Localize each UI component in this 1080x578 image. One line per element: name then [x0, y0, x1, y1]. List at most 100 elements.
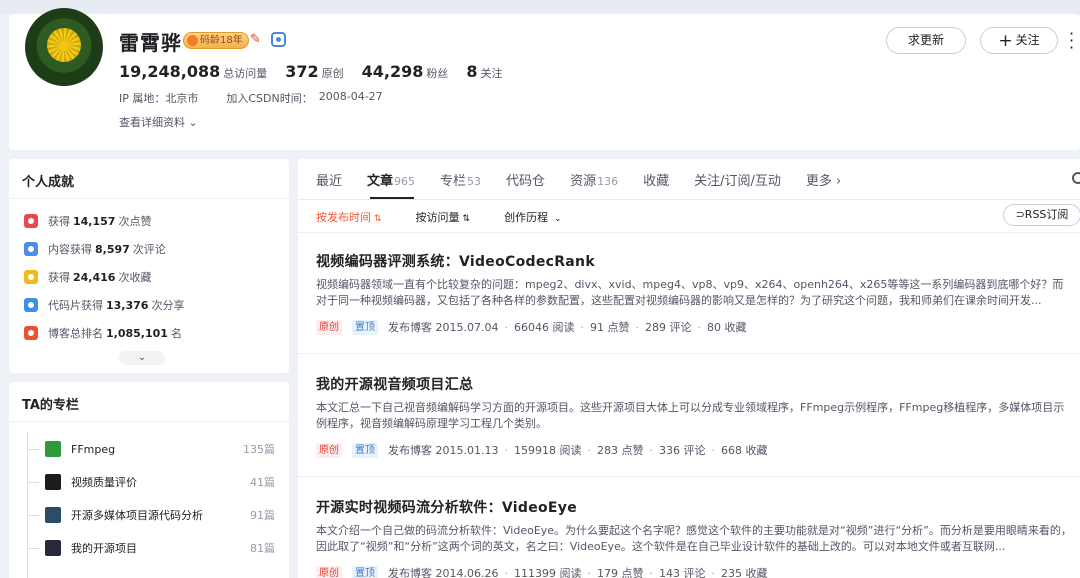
profile-stats: 19,248,088 总访问量 372 原创 44,298 粉丝 8 关注: [119, 62, 521, 84]
sort-by-views[interactable]: 按访问量 ⇅: [416, 209, 471, 225]
tab-resources[interactable]: 资源136: [570, 170, 618, 190]
publish-date: 发布博客 2015.07.04: [388, 321, 499, 334]
main-content: 最近 文章965 专栏53 代码仓 资源136 收藏 关注/订阅/互动 更多 ›…: [298, 159, 1080, 578]
stat-visits-label: 总访问量: [223, 67, 268, 80]
stat-visits-value[interactable]: 19,248,088: [119, 62, 220, 81]
like-count: 91 点赞: [589, 321, 630, 334]
ffmpeg-icon: [45, 441, 61, 457]
article-desc[interactable]: 视频编码器领域一直有个比较复杂的问题：mpeg2、divx、xvid、mpeg4…: [316, 277, 1080, 309]
more-options-icon[interactable]: · · ·: [1069, 26, 1075, 56]
original-tag: 原创: [316, 565, 342, 578]
article-item[interactable]: 开源实时视频码流分析软件：VideoEye 本文介绍一个自己做的码流分析软件：V…: [316, 497, 1080, 578]
column-item-video-quality[interactable]: 视频质量评价 41篇: [27, 471, 275, 493]
achievements-title: 个人成就: [22, 175, 75, 190]
divider: [298, 232, 1080, 233]
tab-recent[interactable]: 最近: [316, 170, 342, 190]
stat-fans-value[interactable]: 44,298: [362, 62, 424, 81]
search-icon[interactable]: [1072, 172, 1080, 184]
article-desc[interactable]: 本文汇总一下自己视音频编解码学习方面的开源项目。这些开源项目大体上可以分成专业领…: [316, 400, 1080, 432]
stat-following-label: 关注: [480, 67, 503, 80]
rss-subscribe-button[interactable]: ⊃RSS订阅: [1003, 204, 1080, 226]
chevron-right-icon: ›: [831, 174, 842, 189]
sort-by-time[interactable]: 按发布时间 ⇅: [316, 209, 382, 225]
like-count: 179 点赞: [596, 567, 644, 578]
code-age-badge[interactable]: 码龄18年: [183, 32, 249, 49]
avatar[interactable]: [25, 8, 103, 86]
tab-more[interactable]: 更多 ›: [806, 170, 841, 190]
join-label: 加入CSDN时间：: [226, 92, 313, 105]
article-title[interactable]: 开源实时视频码流分析软件：VideoEye: [316, 497, 1080, 517]
favorite-count: 235 收藏: [720, 567, 768, 578]
chevron-down-icon: ⌄: [185, 116, 198, 129]
columns-panel: TA的专栏 FFmpeg 135篇 视频质量评价 41篇 开源多媒体项目源代码分析 9…: [9, 382, 289, 578]
join-date: 2008-04-27: [318, 90, 383, 103]
view-details-link[interactable]: 查看详细资料 ⌄: [119, 114, 198, 130]
achievement-favorites: 获得 24,416 次收藏: [24, 267, 151, 287]
achievement-likes: 获得 14,157 次点赞: [24, 211, 151, 231]
rank-icon: [24, 326, 38, 340]
tab-favorites[interactable]: 收藏: [643, 170, 669, 190]
sort-bar: 按发布时间 ⇅ 按访问量 ⇅ 创作历程 ⌄: [316, 208, 596, 226]
article-item[interactable]: 我的开源视音频项目汇总 本文汇总一下自己视音频编解码学习方面的开源项目。这些开源…: [316, 374, 1080, 458]
comment-count: 143 评论: [658, 567, 706, 578]
sort-icon: ⇅: [374, 214, 382, 224]
publish-date: 发布博客 2015.01.13: [388, 444, 499, 457]
column-item-source-analysis[interactable]: 开源多媒体项目源代码分析 91篇: [27, 504, 275, 526]
like-icon: [24, 214, 38, 228]
article-desc[interactable]: 本文介绍一个自己做的码流分析软件：VideoEye。为什么要起这个名字呢？感觉这…: [316, 523, 1080, 555]
verified-icon[interactable]: [271, 32, 286, 47]
profile-name[interactable]: 雷霄骅: [119, 27, 182, 56]
view-count: 159918 阅读: [513, 444, 582, 457]
divider: [298, 199, 1080, 200]
pinned-tag: 置顶: [352, 319, 378, 335]
expand-button[interactable]: ⌄: [119, 351, 165, 365]
divider: [9, 421, 289, 422]
columns-title: TA的专栏: [22, 398, 79, 413]
column-item-open-source[interactable]: 我的开源项目 81篇: [27, 537, 275, 559]
achievement-comments: 内容获得 8,597 次评论: [24, 239, 166, 259]
achievement-rank: 博客总排名 1,085,101 名: [24, 323, 182, 343]
blog-expert-icon[interactable]: ✎: [250, 32, 265, 47]
rss-icon: ⊃: [1015, 208, 1025, 221]
original-tag: 原创: [316, 442, 342, 458]
stat-fans-label: 粉丝: [426, 67, 449, 80]
badge-icon: [187, 35, 198, 46]
view-count: 66046 阅读: [513, 321, 575, 334]
sort-icon: ⇅: [462, 214, 471, 224]
original-tag: 原创: [316, 319, 342, 335]
request-update-button[interactable]: 求更新: [886, 27, 966, 54]
column-thumb-icon: [45, 540, 61, 556]
chevron-down-icon: ⌄: [551, 214, 562, 224]
achievement-shares: 代码片获得 13,376 次分享: [24, 295, 184, 315]
article-meta: 原创 置顶 发布博客 2014.06.26 · 111399 阅读 · 179 点赞…: [316, 565, 1080, 578]
tab-follow-subscribe[interactable]: 关注/订阅/互动: [694, 170, 781, 190]
creation-history[interactable]: 创作历程 ⌄: [504, 209, 561, 225]
achievements-panel: 个人成就 获得 14,157 次点赞 内容获得 8,597 次评论 获得 24,416 次收…: [9, 159, 289, 373]
divider: [298, 476, 1080, 477]
comment-icon: [24, 242, 38, 256]
article-title[interactable]: 我的开源视音频项目汇总: [316, 374, 1080, 394]
star-icon: [24, 270, 38, 284]
profile-card: 雷霄骅 码龄18年 ✎ 19,248,088 总访问量 372 原创 44,298 粉…: [9, 8, 1080, 150]
tab-bar: 最近 文章965 专栏53 代码仓 资源136 收藏 关注/订阅/互动 更多 ›: [316, 170, 866, 190]
divider: [298, 353, 1080, 354]
code-icon: [24, 298, 38, 312]
favorite-count: 80 收藏: [706, 321, 747, 334]
article-title[interactable]: 视频编码器评测系统：VideoCodecRank: [316, 251, 1080, 271]
tab-columns[interactable]: 专栏53: [440, 170, 481, 190]
view-count: 111399 阅读: [513, 567, 582, 578]
ip-location: IP 属地：北京市: [119, 92, 199, 105]
comment-count: 289 评论: [644, 321, 692, 334]
publish-date: 发布博客 2014.06.26: [388, 567, 499, 578]
article-item[interactable]: 视频编码器评测系统：VideoCodecRank 视频编码器领域一直有个比较复杂…: [316, 251, 1080, 335]
profile-meta: IP 属地：北京市 加入CSDN时间： 2008-04-27: [119, 90, 389, 106]
tab-code-repo[interactable]: 代码仓: [506, 170, 545, 190]
article-meta: 原创 置顶 发布博客 2015.07.04 · 66046 阅读 · 91 点赞 · …: [316, 319, 1080, 335]
stat-original-value[interactable]: 372: [285, 62, 318, 81]
top-strip: [0, 0, 1080, 14]
follow-button[interactable]: + 关注: [980, 27, 1058, 54]
column-item-ffmpeg[interactable]: FFmpeg 135篇: [27, 438, 275, 460]
tab-articles[interactable]: 文章965: [367, 170, 415, 190]
divider: [9, 198, 289, 199]
stat-following-value[interactable]: 8: [466, 62, 477, 81]
